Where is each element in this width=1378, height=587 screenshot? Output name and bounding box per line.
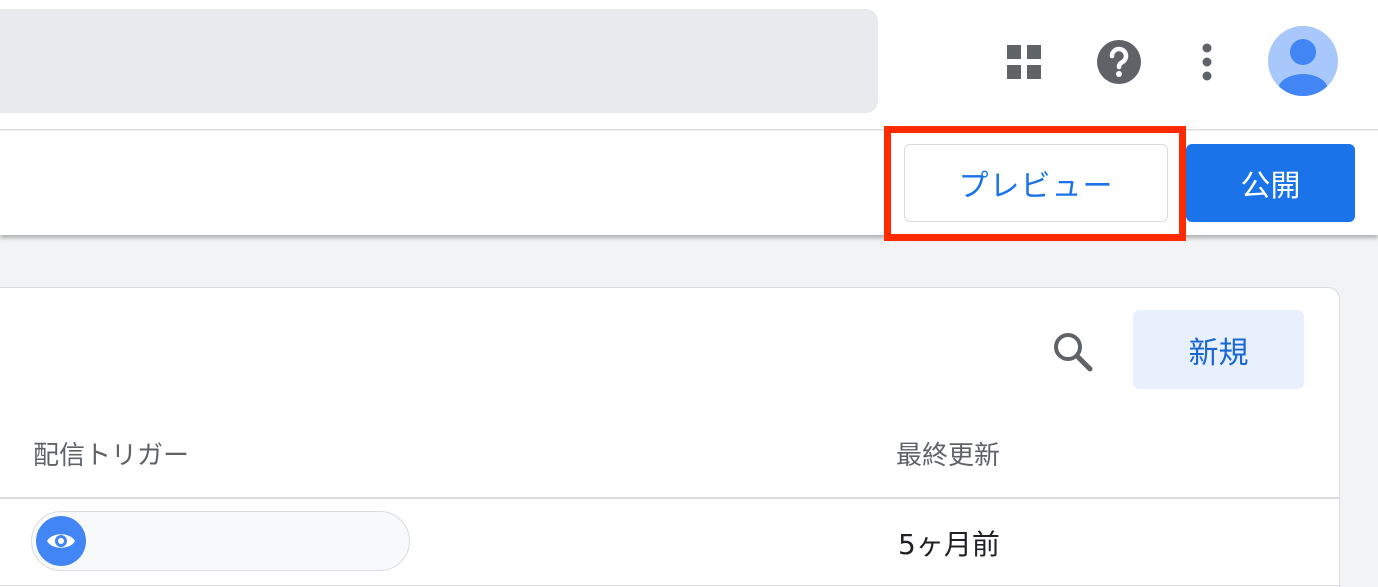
table-row[interactable]: 5ヶ月前 — [0, 499, 1339, 586]
search-icon[interactable] — [1049, 328, 1097, 376]
eye-icon — [36, 516, 86, 566]
toolbar: プレビュー 公開 — [0, 126, 1378, 241]
trigger-chip[interactable] — [31, 511, 410, 571]
top-header — [0, 0, 1378, 130]
new-button[interactable]: 新規 — [1133, 310, 1304, 389]
publish-button[interactable]: 公開 — [1186, 144, 1355, 222]
preview-button[interactable]: プレビュー — [904, 144, 1168, 222]
more-vert-icon[interactable] — [1183, 38, 1231, 86]
search-bar[interactable] — [0, 9, 878, 113]
tag-list-card: 新規 配信トリガー 最終更新 5ヶ月前 — [0, 287, 1340, 587]
updated-cell: 5ヶ月前 — [898, 528, 1000, 561]
help-icon[interactable] — [1095, 38, 1143, 86]
column-header-trigger[interactable]: 配信トリガー — [33, 435, 189, 472]
apps-icon[interactable] — [1000, 38, 1048, 86]
column-header-updated[interactable]: 最終更新 — [896, 435, 1000, 472]
avatar-icon[interactable] — [1268, 26, 1338, 96]
